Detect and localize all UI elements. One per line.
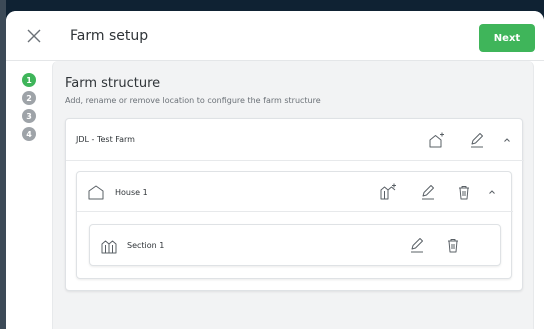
step-4[interactable]: 4 <box>22 127 36 141</box>
dialog-header: Farm setup Next <box>6 11 544 61</box>
dialog-title: Farm setup <box>70 28 149 44</box>
farm-chevron-up-icon[interactable] <box>498 131 516 149</box>
section-name: Section 1 <box>127 241 165 250</box>
house-header: House 1 <box>77 172 513 212</box>
house-pencil-icon[interactable] <box>419 183 437 201</box>
section-subtitle: Add, rename or remove location to config… <box>65 96 321 105</box>
house-trash-icon[interactable] <box>455 183 473 201</box>
step-1[interactable]: 1 <box>22 73 36 87</box>
farm-pencil-icon[interactable] <box>468 131 486 149</box>
section-card: Section 1 <box>89 224 501 266</box>
farm-name: JDL - Test Farm <box>76 135 135 144</box>
section-title: Farm structure <box>65 76 161 91</box>
house-card: House 1 Section 1 <box>76 171 513 279</box>
farm-setup-dialog: Farm setup Next 1 2 3 4 Farm structure A… <box>6 11 544 329</box>
house-name: House 1 <box>115 188 148 197</box>
section-icon <box>100 237 118 255</box>
farm-card: JDL - Test Farm House 1 Section 1 <box>65 118 524 291</box>
stepper: 1 2 3 4 <box>22 73 40 145</box>
section-trash-icon[interactable] <box>444 236 462 254</box>
house-icon <box>87 183 105 201</box>
step-2[interactable]: 2 <box>22 91 36 105</box>
farm-header: JDL - Test Farm <box>66 119 524 161</box>
next-button[interactable]: Next <box>479 24 535 52</box>
section-pencil-icon[interactable] <box>408 236 426 254</box>
close-icon[interactable] <box>24 26 44 46</box>
add-section-icon[interactable] <box>379 183 397 201</box>
house-chevron-up-icon[interactable] <box>483 183 501 201</box>
step-3[interactable]: 3 <box>22 109 36 123</box>
farm-structure-panel: Farm structure Add, rename or remove loc… <box>52 61 534 329</box>
add-house-icon[interactable] <box>428 131 446 149</box>
